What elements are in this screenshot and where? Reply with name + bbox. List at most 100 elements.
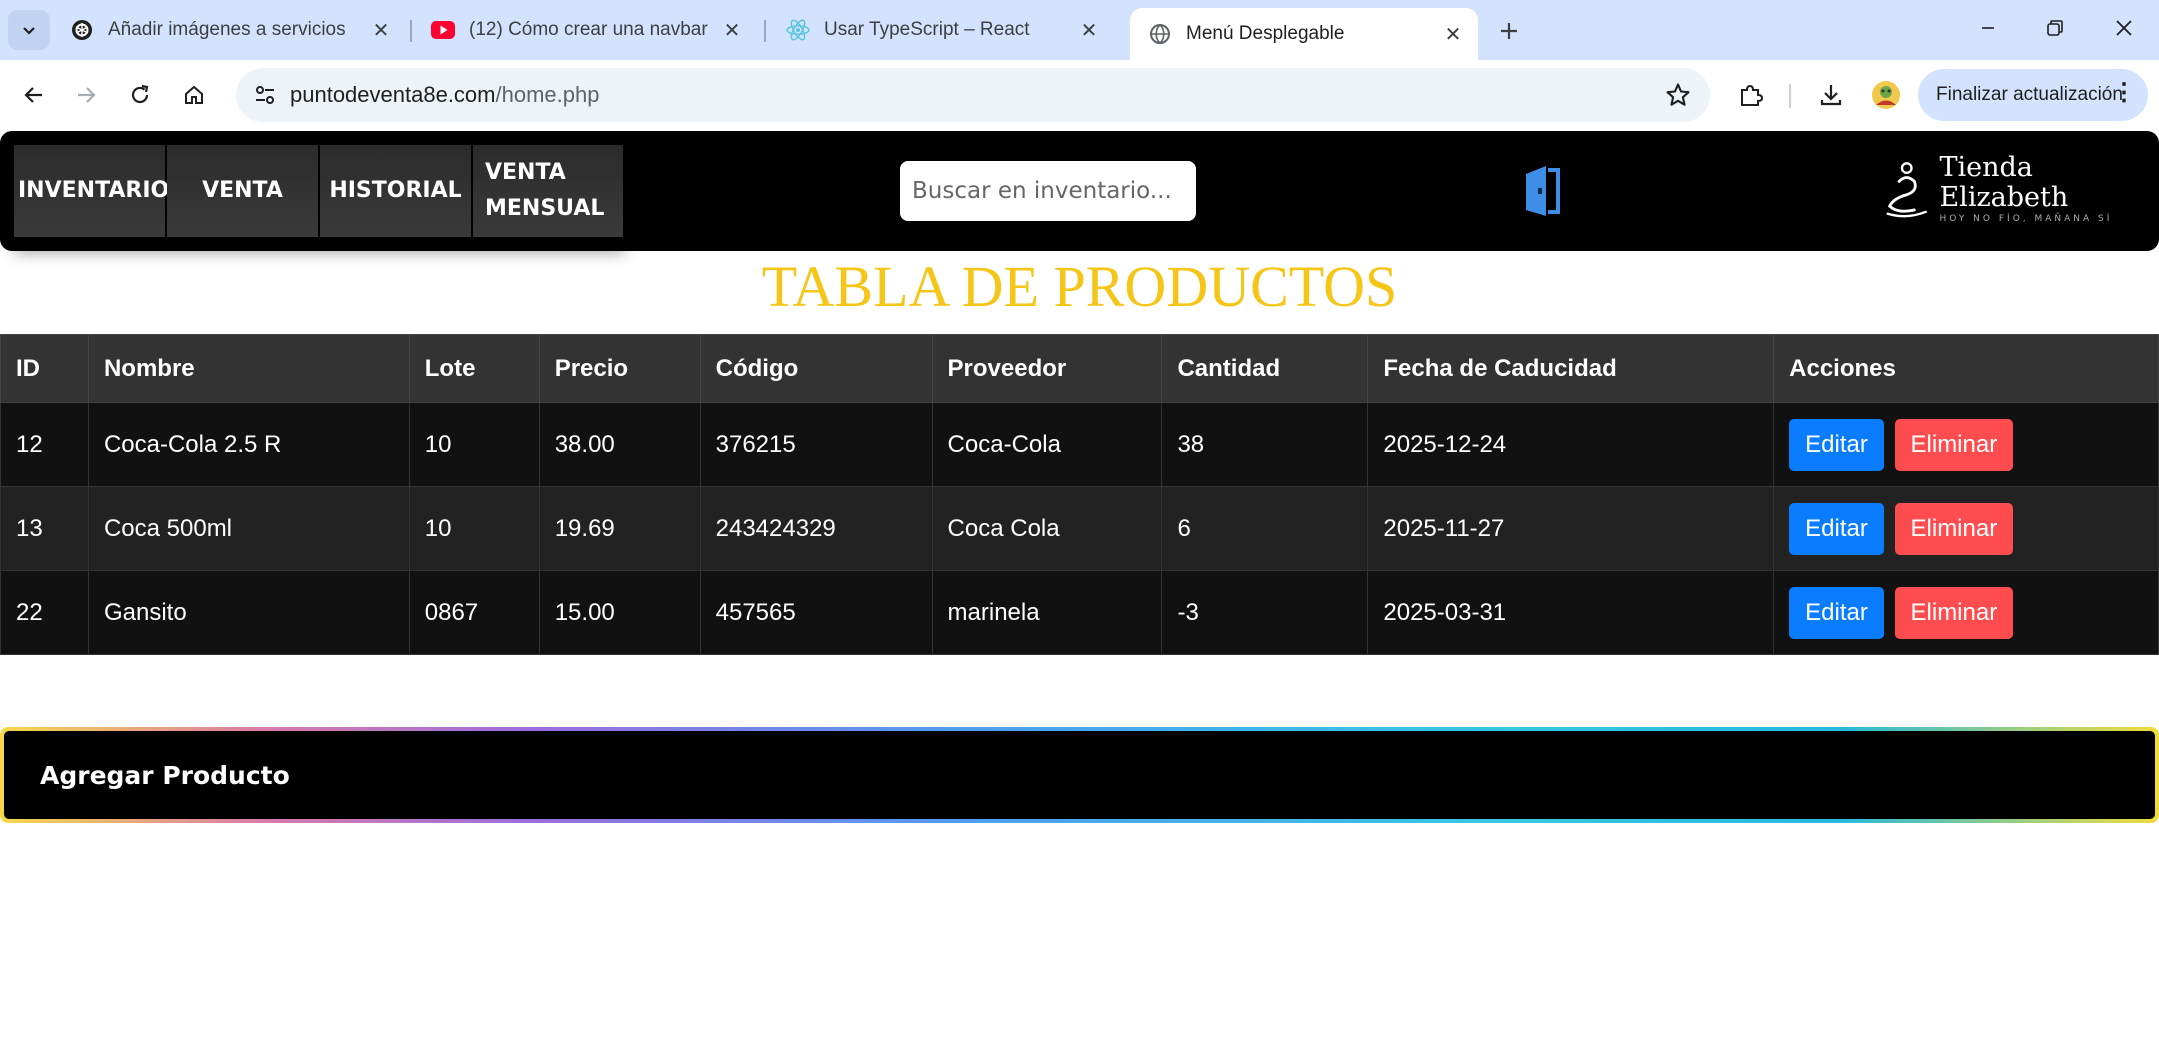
- finish-update-button[interactable]: Finalizar actualización ⋮: [1918, 69, 2148, 121]
- update-label: Finalizar actualización: [1936, 84, 2123, 105]
- cell-proveedor: Coca-Cola: [931, 402, 1163, 487]
- new-tab-button[interactable]: [1490, 12, 1528, 50]
- puzzle-icon: [1741, 84, 1764, 106]
- tune-icon: [256, 86, 274, 104]
- column-header: Cantidad: [1161, 334, 1369, 403]
- minimize-icon: [1982, 27, 1994, 29]
- close-icon[interactable]: ✕: [368, 17, 394, 43]
- browser-tab-3[interactable]: Usar TypeScript – React ✕: [768, 8, 1114, 52]
- tab-separator: [410, 20, 412, 42]
- add-product-header[interactable]: Agregar Producto: [4, 731, 2155, 819]
- cell-cantidad: 6: [1161, 486, 1369, 571]
- arrow-right-icon: [78, 87, 96, 103]
- nav-item-venta[interactable]: VENTA: [167, 145, 318, 237]
- column-header: Lote: [408, 334, 540, 403]
- close-icon[interactable]: ✕: [1440, 21, 1466, 47]
- cell-id: 13: [0, 486, 89, 571]
- cell-lote: 10: [408, 486, 540, 571]
- restore-button[interactable]: [2027, 6, 2083, 50]
- address-bar[interactable]: puntodeventa8e.com/home.php: [236, 68, 1710, 122]
- lotus-logo-icon: [1886, 162, 1927, 218]
- delete-button[interactable]: Eliminar: [1894, 502, 2014, 555]
- more-menu-icon[interactable]: ⋮: [2112, 81, 2136, 105]
- arrow-left-icon: [24, 87, 42, 103]
- cell-codigo: 376215: [699, 402, 933, 487]
- reload-button[interactable]: [118, 73, 162, 117]
- minimize-button[interactable]: [1960, 6, 2016, 50]
- nav-menu: INVENTARIO VENTA HISTORIAL VENTA MENSUAL: [14, 145, 625, 239]
- column-header: Código: [699, 334, 933, 403]
- brand-name: Tienda Elizabeth: [1939, 152, 2069, 213]
- delete-button[interactable]: Eliminar: [1894, 418, 2014, 471]
- site-info-button[interactable]: [246, 76, 284, 114]
- column-header: ID: [0, 334, 89, 403]
- profile-avatar[interactable]: [1866, 75, 1906, 115]
- browser-tab-active[interactable]: Menú Desplegable ✕: [1130, 8, 1478, 60]
- cell-nombre: Gansito: [87, 570, 410, 655]
- chevron-down-icon: [23, 27, 35, 35]
- cell-codigo: 243424329: [699, 486, 933, 571]
- bookmark-star-icon[interactable]: [1664, 81, 1692, 109]
- brand-tagline: HOY NO FÍO, MAÑANA SÍ: [1939, 214, 2113, 224]
- cell-precio: 38.00: [538, 402, 701, 487]
- restore-icon: [2047, 20, 2063, 36]
- cell-precio: 19.69: [538, 486, 701, 571]
- close-icon: [2116, 20, 2132, 36]
- avatar-icon: [1872, 81, 1900, 109]
- column-header: Fecha de Caducidad: [1367, 334, 1775, 403]
- door-logo-icon[interactable]: [1524, 164, 1564, 218]
- tab-search-button[interactable]: [8, 10, 50, 50]
- tab-separator: [764, 20, 766, 42]
- nav-item-historial[interactable]: HISTORIAL: [320, 145, 471, 237]
- browser-toolbar: puntodeventa8e.com/home.php Finalizar ac…: [0, 60, 2159, 130]
- browser-tab-2[interactable]: (12) Cómo crear una navbar res ✕: [413, 8, 757, 52]
- table-row: 22 Gansito 0867 15.00 457565 marinela -3…: [0, 570, 2159, 655]
- home-icon: [185, 85, 203, 104]
- cell-cantidad: -3: [1161, 570, 1369, 655]
- globe-icon: [1148, 22, 1172, 46]
- tab-title: Menú Desplegable: [1186, 23, 1345, 44]
- add-product-label: Agregar Producto: [40, 760, 290, 790]
- cell-lote: 10: [408, 402, 540, 487]
- products-table: ID Nombre Lote Precio Código Proveedor C…: [0, 334, 2159, 655]
- inventory-search-input[interactable]: [900, 161, 1196, 221]
- page-title: TABLA DE PRODUCTOS: [761, 254, 1398, 319]
- close-icon[interactable]: ✕: [1076, 17, 1102, 43]
- edit-button[interactable]: Editar: [1789, 502, 1884, 555]
- close-window-button[interactable]: [2096, 6, 2152, 50]
- cell-id: 22: [0, 570, 89, 655]
- nav-item-venta-mensual[interactable]: VENTA MENSUAL: [473, 145, 623, 237]
- downloads-button[interactable]: [1811, 75, 1851, 115]
- reload-icon: [131, 84, 149, 104]
- cell-nombre: Coca 500ml: [87, 486, 410, 571]
- cell-proveedor: marinela: [931, 570, 1163, 655]
- forward-button[interactable]: [64, 73, 108, 117]
- extensions-button[interactable]: [1731, 75, 1771, 115]
- edit-button[interactable]: Editar: [1789, 418, 1884, 471]
- home-button[interactable]: [172, 73, 216, 117]
- back-button[interactable]: [12, 73, 56, 117]
- cell-acciones: Editar Eliminar: [1773, 570, 2159, 655]
- column-header: Acciones: [1773, 334, 2159, 403]
- add-product-panel[interactable]: Agregar Producto: [0, 727, 2159, 823]
- cell-lote: 0867: [408, 570, 540, 655]
- edit-button[interactable]: Editar: [1789, 586, 1884, 639]
- react-icon: [786, 18, 810, 42]
- tab-title: (12) Cómo crear una navbar res: [469, 19, 711, 40]
- table-header-row: ID Nombre Lote Precio Código Proveedor C…: [0, 334, 2159, 403]
- cell-codigo: 457565: [699, 570, 933, 655]
- delete-button[interactable]: Eliminar: [1894, 586, 2014, 639]
- site-navbar: INVENTARIO VENTA HISTORIAL VENTA MENSUAL…: [0, 131, 2159, 251]
- nav-item-inventario[interactable]: INVENTARIO: [14, 145, 169, 237]
- browser-tab-1[interactable]: Añadir imágenes a servicios ✕: [52, 8, 406, 52]
- cell-acciones: Editar Eliminar: [1773, 402, 2159, 487]
- brand-text: Tienda Elizabeth HOY NO FÍO, MAÑANA SÍ: [1939, 153, 2159, 225]
- browser-tabstrip: Añadir imágenes a servicios ✕ (12) Cómo …: [0, 0, 2159, 60]
- tab-title: Usar TypeScript – React: [824, 19, 1030, 40]
- url-text[interactable]: puntodeventa8e.com/home.php: [290, 82, 599, 108]
- close-icon[interactable]: ✕: [719, 17, 745, 43]
- column-header: Nombre: [87, 334, 410, 403]
- toolbar-divider: [1789, 84, 1791, 108]
- table-row: 13 Coca 500ml 10 19.69 243424329 Coca Co…: [0, 486, 2159, 571]
- column-header: Proveedor: [931, 334, 1163, 403]
